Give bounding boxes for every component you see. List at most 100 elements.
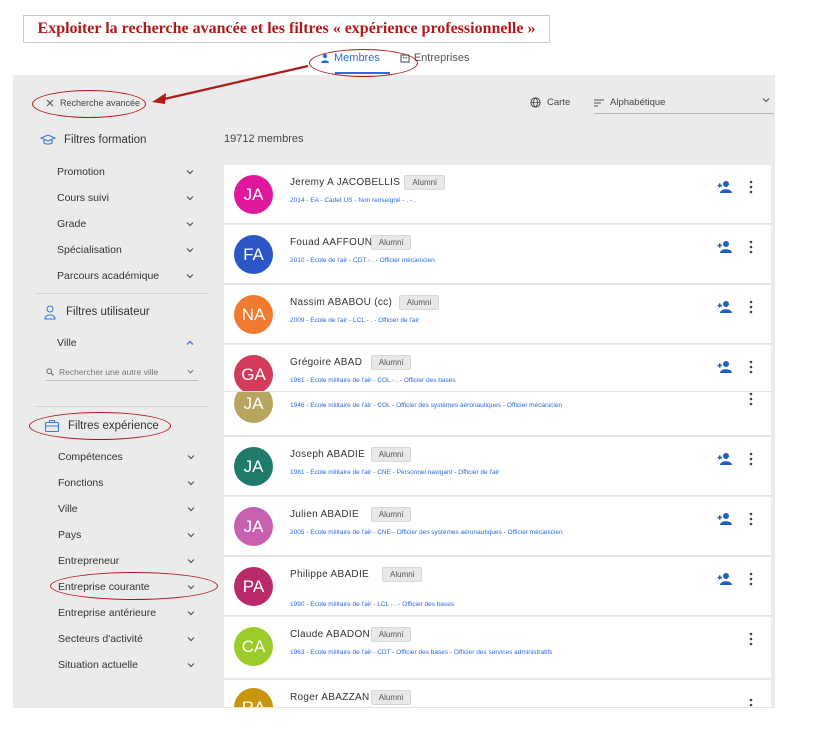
member-name[interactable]: Philippe ABADIE	[290, 569, 369, 580]
sidebar-divider	[35, 406, 208, 407]
avatar-initials: JA	[243, 516, 264, 536]
member-details: 1961 - Ecole militaire de l'air - COL - …	[290, 377, 456, 384]
avatar[interactable]: PA	[234, 567, 273, 606]
sidebar-item-formation[interactable]: Spécialisation	[57, 244, 122, 256]
more-options-icon[interactable]	[749, 572, 753, 586]
chevron-down-icon	[187, 559, 195, 564]
sidebar-item-label: Entreprise antérieure	[58, 607, 157, 619]
member-card[interactable]: JA Jeremy A JACOBELLIS Alumni 2014 - EA - C…	[224, 165, 771, 224]
alumni-badge: Alumni	[370, 235, 412, 250]
chevron-up-icon[interactable]	[185, 338, 195, 348]
sidebar-item-formation[interactable]: Cours suivi	[57, 192, 109, 204]
more-options-icon[interactable]	[749, 632, 753, 646]
sidebar-item-city[interactable]: Ville	[57, 337, 77, 349]
sidebar-item-label: Entrepreneur	[58, 555, 120, 567]
add-contact-icon[interactable]	[717, 240, 733, 254]
avatar[interactable]: FA	[234, 235, 273, 274]
chevron-down-icon	[187, 481, 195, 486]
sidebar-item-experience[interactable]: Situation actuelle	[58, 659, 138, 671]
avatar[interactable]: JA	[234, 447, 273, 486]
member-card[interactable]: CA Claude ABADON Alumni 1963 - Ecole milita…	[224, 617, 771, 679]
chevron-down-icon	[187, 533, 195, 538]
sidebar-item-experience[interactable]: Secteurs d'activité	[58, 633, 143, 645]
add-contact-icon[interactable]	[717, 512, 733, 526]
more-options-icon[interactable]	[749, 452, 753, 466]
sidebar-item-experience[interactable]: Ville	[58, 503, 78, 515]
map-button[interactable]: Carte	[530, 97, 570, 108]
member-name[interactable]: Claude ABADON	[290, 629, 370, 640]
sidebar-item-formation[interactable]: Promotion	[57, 166, 105, 178]
add-contact-icon[interactable]	[717, 180, 733, 194]
user-filters-title: Filtres utilisateur	[42, 304, 150, 320]
member-card[interactable]: NA Nassim ABABOU (cc) Alumni 2009 - Ecole d…	[224, 285, 771, 344]
chevron-down-icon	[187, 369, 194, 374]
member-name[interactable]: Fouad AAFFOUN	[290, 237, 372, 248]
more-options-icon[interactable]	[749, 698, 753, 708]
formation-filters-label: Filtres formation	[64, 134, 147, 146]
member-name[interactable]: Roger ABAZZAN	[290, 692, 369, 703]
sidebar-divider	[35, 293, 208, 294]
sidebar-item-experience[interactable]: Entrepreneur	[58, 555, 119, 567]
user-outline-icon	[44, 305, 56, 320]
sidebar-item-experience[interactable]: Entreprise antérieure	[58, 607, 156, 619]
annotation-ellipse-advanced-search	[32, 90, 146, 118]
sidebar-item-formation[interactable]: Grade	[57, 218, 86, 230]
member-card[interactable]: JA Joseph ABADIE Alumni 1981 - Ecole milita…	[224, 437, 771, 496]
chevron-down-icon	[187, 637, 195, 642]
avatar[interactable]: JA	[234, 175, 273, 214]
avatar[interactable]: GA	[234, 355, 273, 391]
sidebar-item-experience[interactable]: Fonctions	[58, 477, 104, 489]
more-options-icon[interactable]	[749, 180, 753, 194]
member-card[interactable]: FA Fouad AAFFOUN Alumni 2010 - Ecole de l'a…	[224, 225, 771, 284]
more-options-icon[interactable]	[749, 392, 753, 406]
member-name[interactable]: Jeremy A JACOBELLIS	[290, 177, 400, 188]
avatar[interactable]: CA	[234, 627, 273, 666]
member-name[interactable]: Grégoire ABAD	[290, 357, 362, 368]
sort-select[interactable]: Alphabétique	[594, 92, 774, 114]
avatar-initials: GA	[241, 364, 266, 384]
more-options-icon[interactable]	[749, 240, 753, 254]
member-card[interactable]: JA Julien ABADIE Alumni 2005 - Ecole milita…	[224, 497, 771, 556]
avatar[interactable]: JA	[234, 507, 273, 546]
sidebar-item-label: Fonctions	[58, 477, 104, 489]
avatar[interactable]: NA	[234, 295, 273, 334]
member-card[interactable]: PA Philippe ABADIE Alumni 1990 - Ecole mili…	[224, 557, 771, 616]
avatar-initials: CA	[241, 636, 266, 656]
more-options-icon[interactable]	[749, 512, 753, 526]
sidebar-item-label: Spécialisation	[57, 244, 122, 256]
chevron-down-icon	[762, 98, 770, 103]
member-card[interactable]: GA Grégoire ABAD Alumni 1961 - Ecole milita…	[224, 345, 771, 392]
member-details: 1981 - Ecole militaire de l'air - CNE - …	[290, 469, 500, 476]
add-contact-icon[interactable]	[717, 300, 733, 314]
add-contact-icon[interactable]	[717, 360, 733, 374]
annotation-ellipse-experience	[29, 412, 171, 440]
more-options-icon[interactable]	[749, 360, 753, 374]
avatar[interactable]: JA	[234, 392, 273, 423]
chevron-down-icon	[187, 507, 195, 512]
sidebar-item-label: Ville	[57, 337, 77, 349]
member-card[interactable]: RA Roger ABAZZAN Alumni	[224, 680, 771, 708]
member-name[interactable]: Joseph ABADIE	[290, 449, 365, 460]
sidebar-item-formation[interactable]: Parcours académique	[57, 270, 159, 282]
add-contact-icon[interactable]	[717, 452, 733, 466]
city-search-input[interactable]: Rechercher une autre ville	[46, 363, 198, 381]
member-name[interactable]: Nassim ABABOU (cc)	[290, 297, 392, 308]
sidebar-item-label: Cours suivi	[57, 192, 109, 204]
member-details: 2005 - Ecole militaire de l'air - CNE - …	[290, 529, 563, 536]
sidebar-item-experience[interactable]: Pays	[58, 529, 81, 541]
member-details: 1946 - Ecole militaire de l'air - COL - …	[290, 402, 563, 409]
chevron-down-icon	[187, 611, 195, 616]
add-contact-icon[interactable]	[717, 572, 733, 586]
alumni-badge: Alumni	[370, 690, 412, 705]
annotation-arrow	[152, 64, 309, 104]
sidebar-item-experience[interactable]: Compétences	[58, 451, 123, 463]
map-label: Carte	[547, 97, 571, 108]
sidebar-item-label: Compétences	[58, 451, 123, 463]
more-options-icon[interactable]	[749, 300, 753, 314]
member-card[interactable]: JA 1946 - Ecole militaire de l'air - COL …	[224, 392, 771, 436]
avatar[interactable]: RA	[234, 688, 273, 707]
member-count: 19712 membres	[224, 133, 304, 145]
globe-icon	[530, 97, 541, 108]
member-name[interactable]: Julien ABADIE	[290, 509, 359, 520]
member-details: 2010 - Ecole de l'air - CDT - . - Offici…	[290, 257, 435, 264]
